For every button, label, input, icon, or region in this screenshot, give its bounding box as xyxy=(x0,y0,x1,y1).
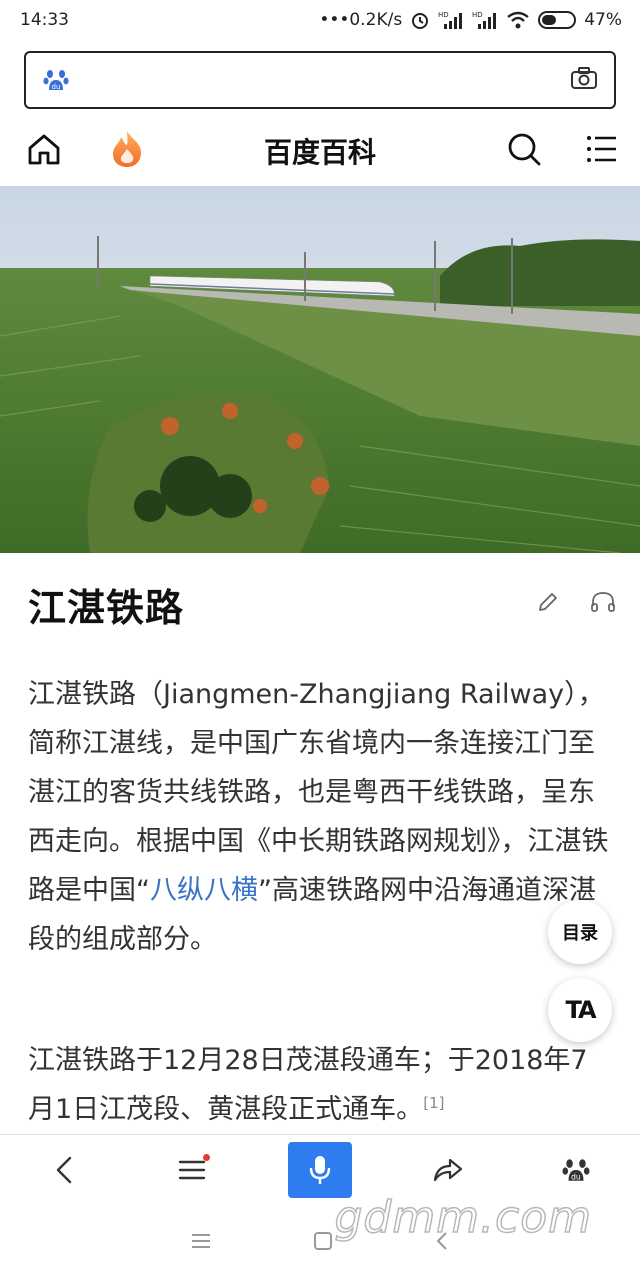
hero-image xyxy=(0,186,640,553)
camera-icon[interactable] xyxy=(570,66,598,94)
svg-text:du: du xyxy=(52,83,61,91)
home-square-icon[interactable] xyxy=(312,1230,334,1256)
hd-signal-icon: HD xyxy=(472,10,498,30)
status-right: •••0.2K/s HD HD 47% xyxy=(319,10,622,30)
article-title: 江湛铁路 xyxy=(28,585,185,630)
link-bazong-bahen[interactable]: 八纵八横 xyxy=(150,875,258,906)
table-of-contents-button[interactable]: 目录 xyxy=(548,900,612,964)
svg-text:du: du xyxy=(571,1172,581,1181)
article-opening-paragraph: 江湛铁路于12月28日茂湛段通车；于2018年7月1日江茂段、黄湛段正式通车。[… xyxy=(28,1036,612,1134)
search-input[interactable]: du xyxy=(24,51,616,109)
search-icon[interactable] xyxy=(506,131,542,171)
back-button[interactable] xyxy=(32,1142,96,1198)
network-speed: •••0.2K/s xyxy=(319,10,403,30)
article-header: 江湛铁路 xyxy=(28,578,616,630)
battery-icon xyxy=(538,11,577,29)
listen-headphones-icon[interactable] xyxy=(590,590,616,618)
menu-list-icon xyxy=(178,1160,206,1179)
reference-link[interactable]: [1] xyxy=(423,1094,444,1112)
recents-menu-icon[interactable] xyxy=(190,1232,212,1254)
status-bar: 14:33 •••0.2K/s HD HD 47% xyxy=(0,0,640,40)
baidu-paw-icon: du xyxy=(42,66,70,94)
svg-text:HD: HD xyxy=(472,11,483,19)
alarm-icon xyxy=(410,10,430,30)
article-intro-paragraph: 江湛铁路（Jiangmen-Zhangjiang Railway），简称江湛线，… xyxy=(28,670,612,964)
menu-list-button[interactable] xyxy=(160,1142,224,1198)
back-arrow-icon xyxy=(56,1156,72,1183)
status-time: 14:33 xyxy=(20,10,69,30)
share-icon xyxy=(433,1158,463,1181)
menu-icon[interactable] xyxy=(586,134,618,168)
wifi-icon xyxy=(506,10,530,30)
notification-dot xyxy=(203,1153,210,1161)
intro-text: 江湛铁路（Jiangmen-Zhangjiang Railway），简称江湛线，… xyxy=(28,679,609,906)
hd-signal-icon: HD xyxy=(438,10,464,30)
baidu-paw-icon: du xyxy=(562,1158,590,1181)
watermark: gdmm.com xyxy=(334,1191,592,1244)
share-button[interactable] xyxy=(416,1142,480,1198)
home-icon[interactable] xyxy=(26,131,62,171)
battery-percent: 47% xyxy=(584,10,622,30)
voice-search-button[interactable] xyxy=(288,1141,352,1198)
baidu-home-button[interactable]: du xyxy=(544,1142,608,1198)
hot-flame-icon[interactable] xyxy=(108,129,146,173)
svg-text:HD: HD xyxy=(438,11,449,19)
edit-pencil-icon[interactable] xyxy=(536,590,560,618)
microphone-icon xyxy=(309,1155,331,1184)
opening-text: 江湛铁路于12月28日茂湛段通车；于2018年7月1日江茂段、黄湛段正式通车。 xyxy=(28,1045,588,1125)
nav-bar: 百度百科 xyxy=(0,120,640,182)
ta-button[interactable]: TA xyxy=(548,978,612,1042)
